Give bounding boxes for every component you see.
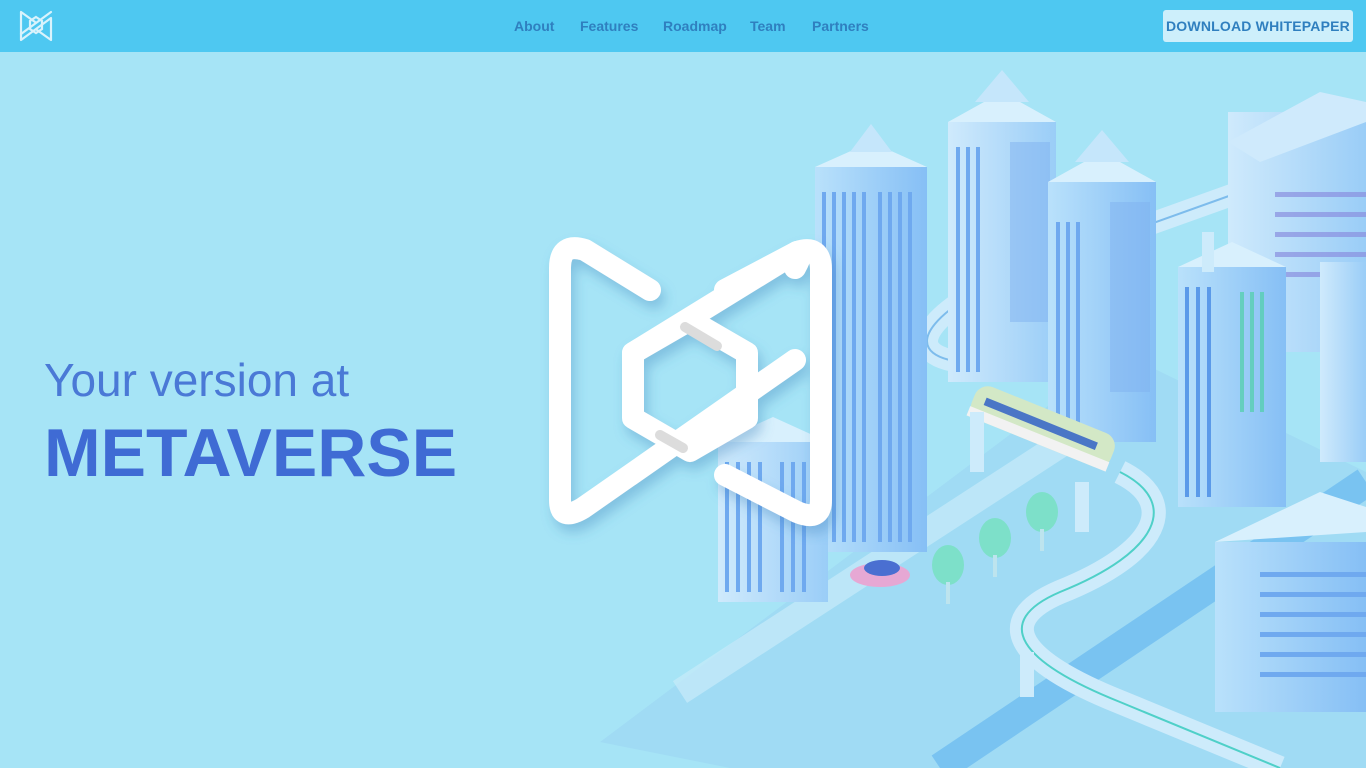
nav-link-team[interactable]: Team [750,17,786,35]
nav-link-about[interactable]: About [514,17,554,35]
nav-link-roadmap[interactable]: Roadmap [663,17,727,35]
nav-link-partners[interactable]: Partners [812,17,869,35]
nav-link-features[interactable]: Features [580,17,638,35]
main-nav: About Features Roadmap Team Partners [0,0,1366,52]
hero-title: METAVERSE [44,415,458,491]
metaverse-bowtie-logo-large-icon [549,237,832,526]
top-navigation-bar: About Features Roadmap Team Partners DOW… [0,0,1366,52]
download-whitepaper-button[interactable]: DOWNLOAD WHITEPAPER [1163,10,1353,42]
hero-subtitle: Your version at [44,354,350,406]
